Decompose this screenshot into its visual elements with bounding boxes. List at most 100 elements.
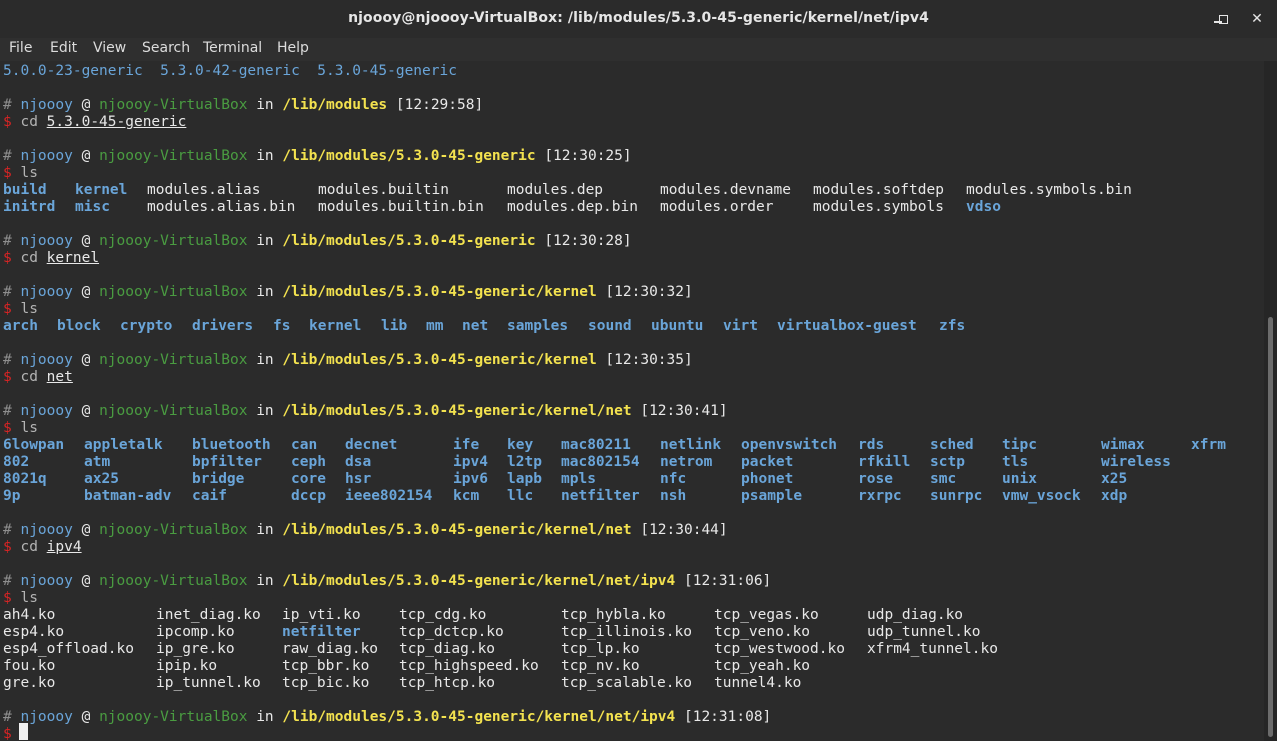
prompt-host: njoooy-VirtualBox [99,148,248,164]
directory-entry: netlink [660,437,722,453]
directory-entry: psample [741,488,803,504]
prompt-host: njoooy-VirtualBox [99,352,248,368]
directory-entry: arch [3,318,38,334]
prompt-user: njoooy [20,352,73,368]
file-entry: udp_tunnel.ko [867,624,981,640]
directory-entry: phonet [741,471,794,487]
file-entry: esp4.ko [3,624,65,640]
directory-entry: ipv6 [453,471,488,487]
file-entry: modules.alias [147,182,261,198]
prompt-hash: # [3,284,12,300]
file-entry: fou.ko [3,658,56,674]
prompt-user: njoooy [20,148,73,164]
command-argument: kernel [46,250,100,266]
file-entry: modules.alias.bin [147,199,296,215]
prompt-hash: # [3,97,12,113]
scrollbar[interactable] [1264,61,1277,741]
file-entry: tcp_cdg.ko [399,607,487,623]
file-entry: tcp_scalable.ko [561,675,692,691]
prompt-dollar: $ [3,165,12,181]
prompt-in: in [256,709,274,725]
file-entry: tcp_diag.ko [399,641,496,657]
command-argument: ipv4 [46,539,82,555]
directory-entry: nsh [660,488,687,504]
prompt-user: njoooy [20,573,73,589]
menu-edit[interactable]: Edit [50,40,77,56]
directory-entry: hsr [345,471,372,487]
directory-entry: netfilter [561,488,640,504]
prompt-at: @ [81,284,91,300]
directory-entry: l2tp [507,454,542,470]
menu-view[interactable]: View [93,40,126,56]
prompt-user: njoooy [20,233,73,249]
close-button[interactable]: ✕ [1246,8,1268,30]
menu-search[interactable]: Search [142,40,190,56]
directory-entry: initrd [3,199,56,215]
file-entry: modules.builtin [318,182,449,198]
file-entry: ipip.ko [156,658,218,674]
directory-entry: ubuntu [651,318,704,334]
directory-entry: kcm [453,488,480,504]
terminal-output[interactable]: 5.0.0-23-generic 5.3.0-42-generic 5.3.0-… [0,61,1264,741]
directory-entry: rxrpc [858,488,902,504]
prompt-line: # njoooy @ njoooy-VirtualBox in /lib/mod… [3,522,728,539]
directory-entry: ipv4 [453,454,488,470]
scrollbar-thumb[interactable] [1268,317,1273,737]
prompt-at: @ [81,148,91,164]
prompt-in: in [256,284,274,300]
directory-entry: can [291,437,318,453]
menu-file[interactable]: File [9,40,32,56]
directory-entry: dccp [291,488,326,504]
directory-entry: 6lowpan [3,437,65,453]
prompt-line: # njoooy @ njoooy-VirtualBox in /lib/mod… [3,148,632,165]
file-entry: modules.dep.bin [507,199,638,215]
prompt-in: in [256,233,274,249]
command-line: $ cd kernel [3,250,99,267]
directory-entry: lib [381,318,408,334]
prompt-user: njoooy [20,97,73,113]
directory-entry: misc [75,199,110,215]
command-line: $ cd net [3,369,73,386]
command-line: $ ls [3,301,38,318]
prompt-dollar: $ [3,301,12,317]
directory-entry: bpfilter [192,454,262,470]
command-line: $ ls [3,590,38,607]
prompt-at: @ [81,573,91,589]
file-entry: ipcomp.ko [156,624,235,640]
directory-entry: zfs [939,318,966,334]
directory-entry: 9p [3,488,21,504]
directory-entry: ceph [291,454,326,470]
prompt-line: # njoooy @ njoooy-VirtualBox in /lib/mod… [3,352,693,369]
menu-terminal[interactable]: Terminal [203,40,262,56]
directory-entry: 8021q [3,471,47,487]
prompt-dollar: $ [3,369,12,385]
prompt-hash: # [3,522,12,538]
file-entry: esp4_offload.ko [3,641,134,657]
directory-entry: 802 [3,454,30,470]
menu-help[interactable]: Help [277,40,309,56]
prompt-dollar: $ [3,590,12,606]
file-entry: tcp_yeah.ko [714,658,811,674]
prompt-line: # njoooy @ njoooy-VirtualBox in /lib/mod… [3,97,483,114]
directory-entry: ife [453,437,480,453]
directory-entry: netrom [660,454,713,470]
prompt-host: njoooy-VirtualBox [99,233,248,249]
prompt-time: [12:30:28] [544,233,632,249]
directory-entry: tipc [1002,437,1037,453]
file-entry: xfrm4_tunnel.ko [867,641,998,657]
prompt-host: njoooy-VirtualBox [99,97,248,113]
directory-entry: dsa [345,454,372,470]
file-entry: modules.devname [660,182,791,198]
directory-entry: nfc [660,471,687,487]
prompt-path: /lib/modules/5.3.0-45-generic/kernel/net… [282,709,676,725]
maximize-button[interactable] [1212,8,1234,30]
prompt-time: [12:31:08] [683,709,772,725]
file-entry: tcp_hybla.ko [561,607,666,623]
directory-entry: caif [192,488,227,504]
prompt-dollar: $ [3,250,12,266]
directory-entry: mac80211 [561,437,631,453]
prompt-dollar: $ [3,539,12,555]
file-entry: tcp_veno.ko [714,624,811,640]
prompt-dollar: $ [3,726,12,741]
prompt-path: /lib/modules/5.3.0-45-generic/kernel/net [282,403,632,419]
